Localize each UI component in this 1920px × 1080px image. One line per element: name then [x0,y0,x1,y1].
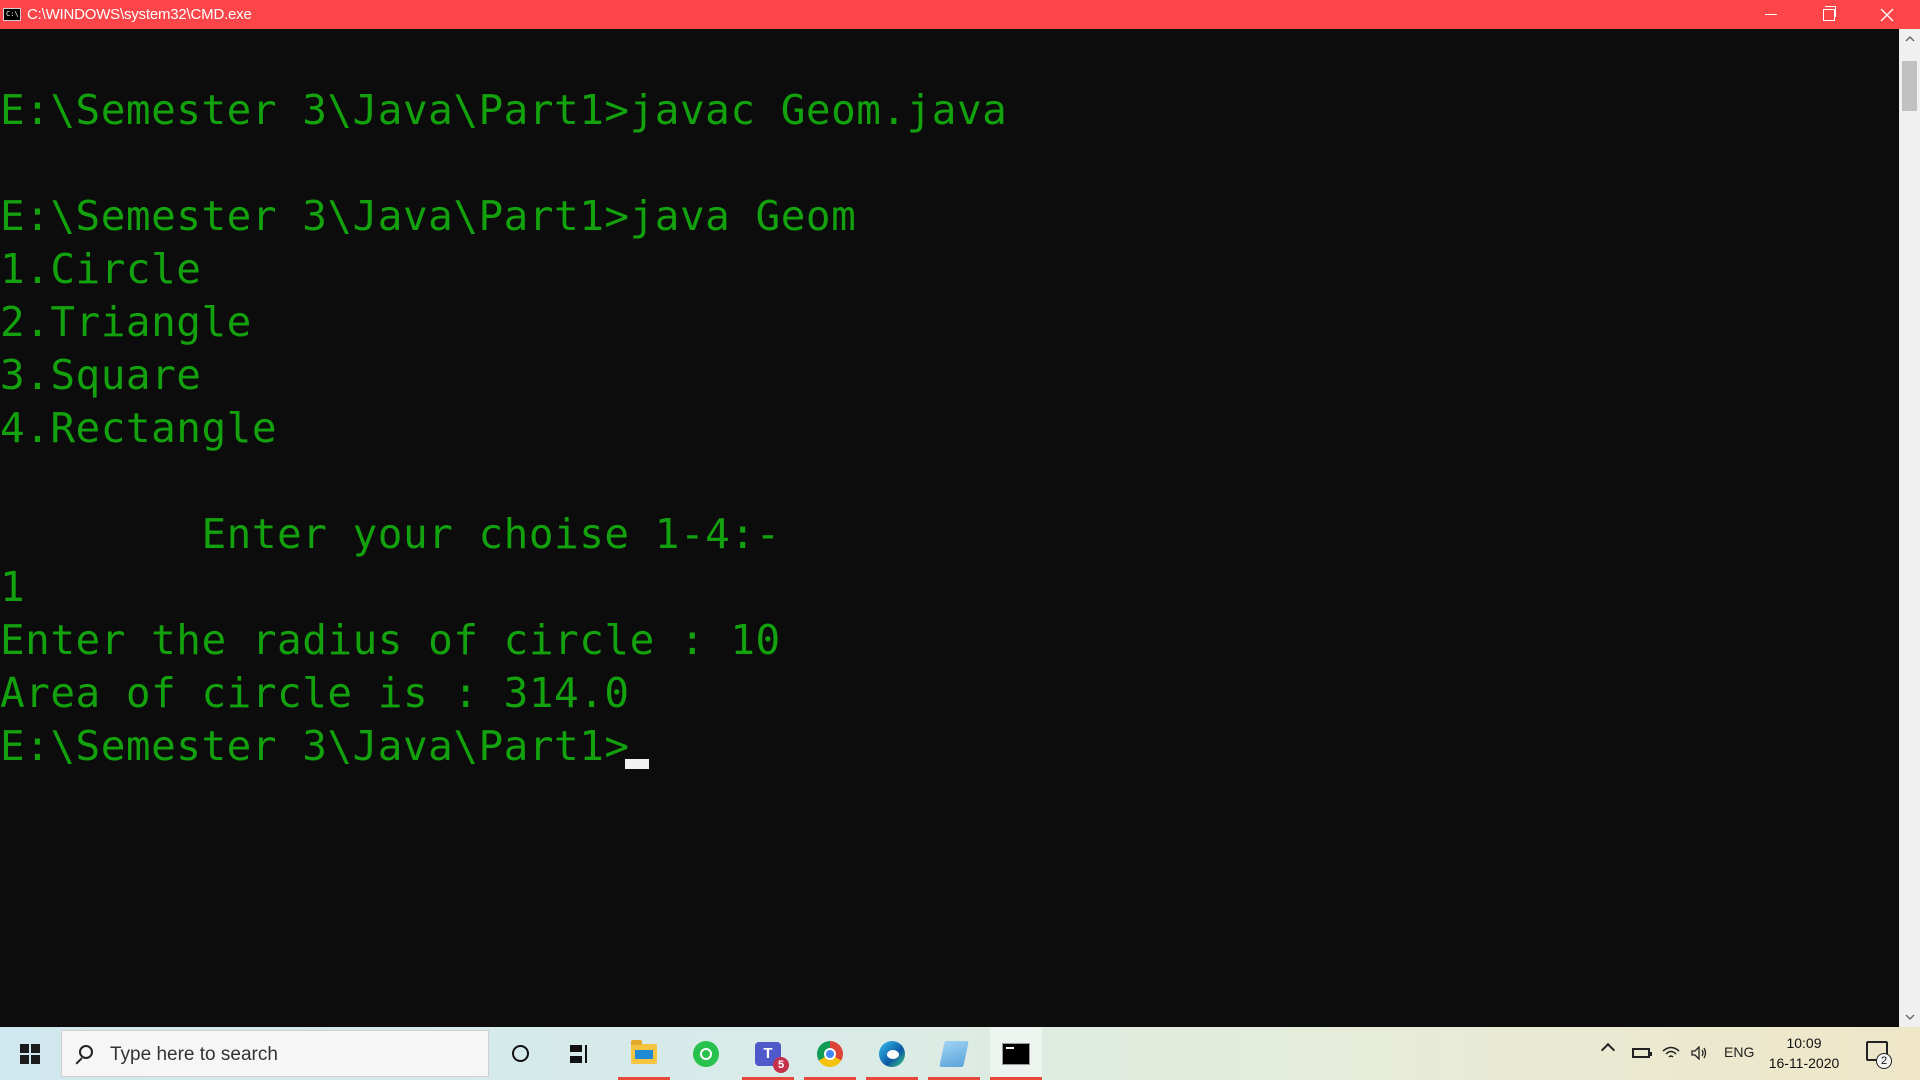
minimize-button[interactable] [1742,0,1800,29]
cortana-button[interactable] [494,1027,546,1080]
console-line: 4.Rectangle [0,404,278,452]
whatsapp-icon [693,1040,719,1067]
vertical-scrollbar[interactable] [1899,29,1920,1027]
taskbar-notepad[interactable] [928,1027,980,1080]
console-prompt: E:\Semester 3\Java\Part1> [0,722,630,770]
show-hidden-icons-chevron-up-icon[interactable] [1600,1042,1616,1058]
console-line: 1 [0,563,26,611]
volume-icon[interactable] [1690,1043,1710,1063]
teams-letter: T [763,1045,773,1062]
text-cursor [625,759,649,769]
console-line: 1.Circle [0,245,202,293]
window-title: C:\WINDOWS\system32\CMD.exe [27,6,252,23]
console-line: E:\Semester 3\Java\Part1>java Geom [0,192,857,240]
taskbar-teams[interactable]: T 5 [742,1027,794,1080]
windows-logo-icon [20,1043,40,1064]
title-bar[interactable]: C:\ C:\WINDOWS\system32\CMD.exe [0,0,1920,29]
taskbar-edge[interactable] [866,1027,918,1080]
edge-icon [879,1040,905,1067]
console-output[interactable]: E:\Semester 3\Java\Part1>javac Geom.java… [0,29,1899,1027]
close-icon [1880,8,1894,21]
start-button[interactable] [0,1027,60,1080]
scroll-thumb[interactable] [1902,61,1917,111]
console-line: Enter the radius of circle : 10 [0,616,781,664]
restore-button[interactable] [1800,0,1858,29]
teams-notification-badge: 5 [773,1056,789,1073]
file-explorer-icon [631,1039,657,1064]
console-line: Enter your choise 1-4:- [0,510,781,558]
clock-time: 10:09 [1786,1035,1822,1051]
task-view-button[interactable] [554,1027,606,1080]
clock[interactable]: 10:09 16-11-2020 [1766,1033,1842,1073]
minimize-icon [1765,14,1777,15]
notepad-icon [939,1040,969,1067]
chevron-up-icon [1905,36,1914,42]
console-line: 3.Square [0,351,202,399]
wifi-icon[interactable] [1661,1043,1681,1063]
taskbar-whatsapp[interactable] [680,1027,732,1080]
task-view-icon [570,1044,590,1063]
taskbar-chrome[interactable] [804,1027,856,1080]
clock-date: 16-11-2020 [1768,1055,1840,1071]
chrome-icon [817,1040,843,1067]
teams-icon: T 5 [755,1041,789,1073]
console-line: 2.Triangle [0,298,252,346]
search-placeholder: Type here to search [110,1044,278,1065]
search-icon [79,1045,93,1059]
battery-icon[interactable] [1631,1043,1652,1063]
notification-count-badge: 2 [1876,1053,1892,1069]
console-line: E:\Semester 3\Java\Part1>javac Geom.java [0,86,1008,134]
scroll-down-button[interactable] [1899,1007,1920,1027]
taskbar-cmd[interactable] [990,1027,1042,1080]
cmd-window-icon[interactable]: C:\ [3,8,21,21]
language-indicator[interactable]: ENG [1724,1044,1754,1060]
console-line: Area of circle is : 314.0 [0,669,630,717]
restore-icon [1823,5,1836,21]
cmd-icon [1002,1042,1030,1065]
scroll-up-button[interactable] [1899,29,1920,49]
cortana-icon [511,1045,529,1062]
close-button[interactable] [1858,0,1916,29]
chevron-down-icon [1905,1014,1914,1020]
taskbar-search-box[interactable]: Type here to search [61,1030,489,1077]
taskbar-file-explorer[interactable] [618,1027,670,1080]
taskbar: Type here to search T 5 ENG 10:09 16-11-… [0,1027,1920,1080]
